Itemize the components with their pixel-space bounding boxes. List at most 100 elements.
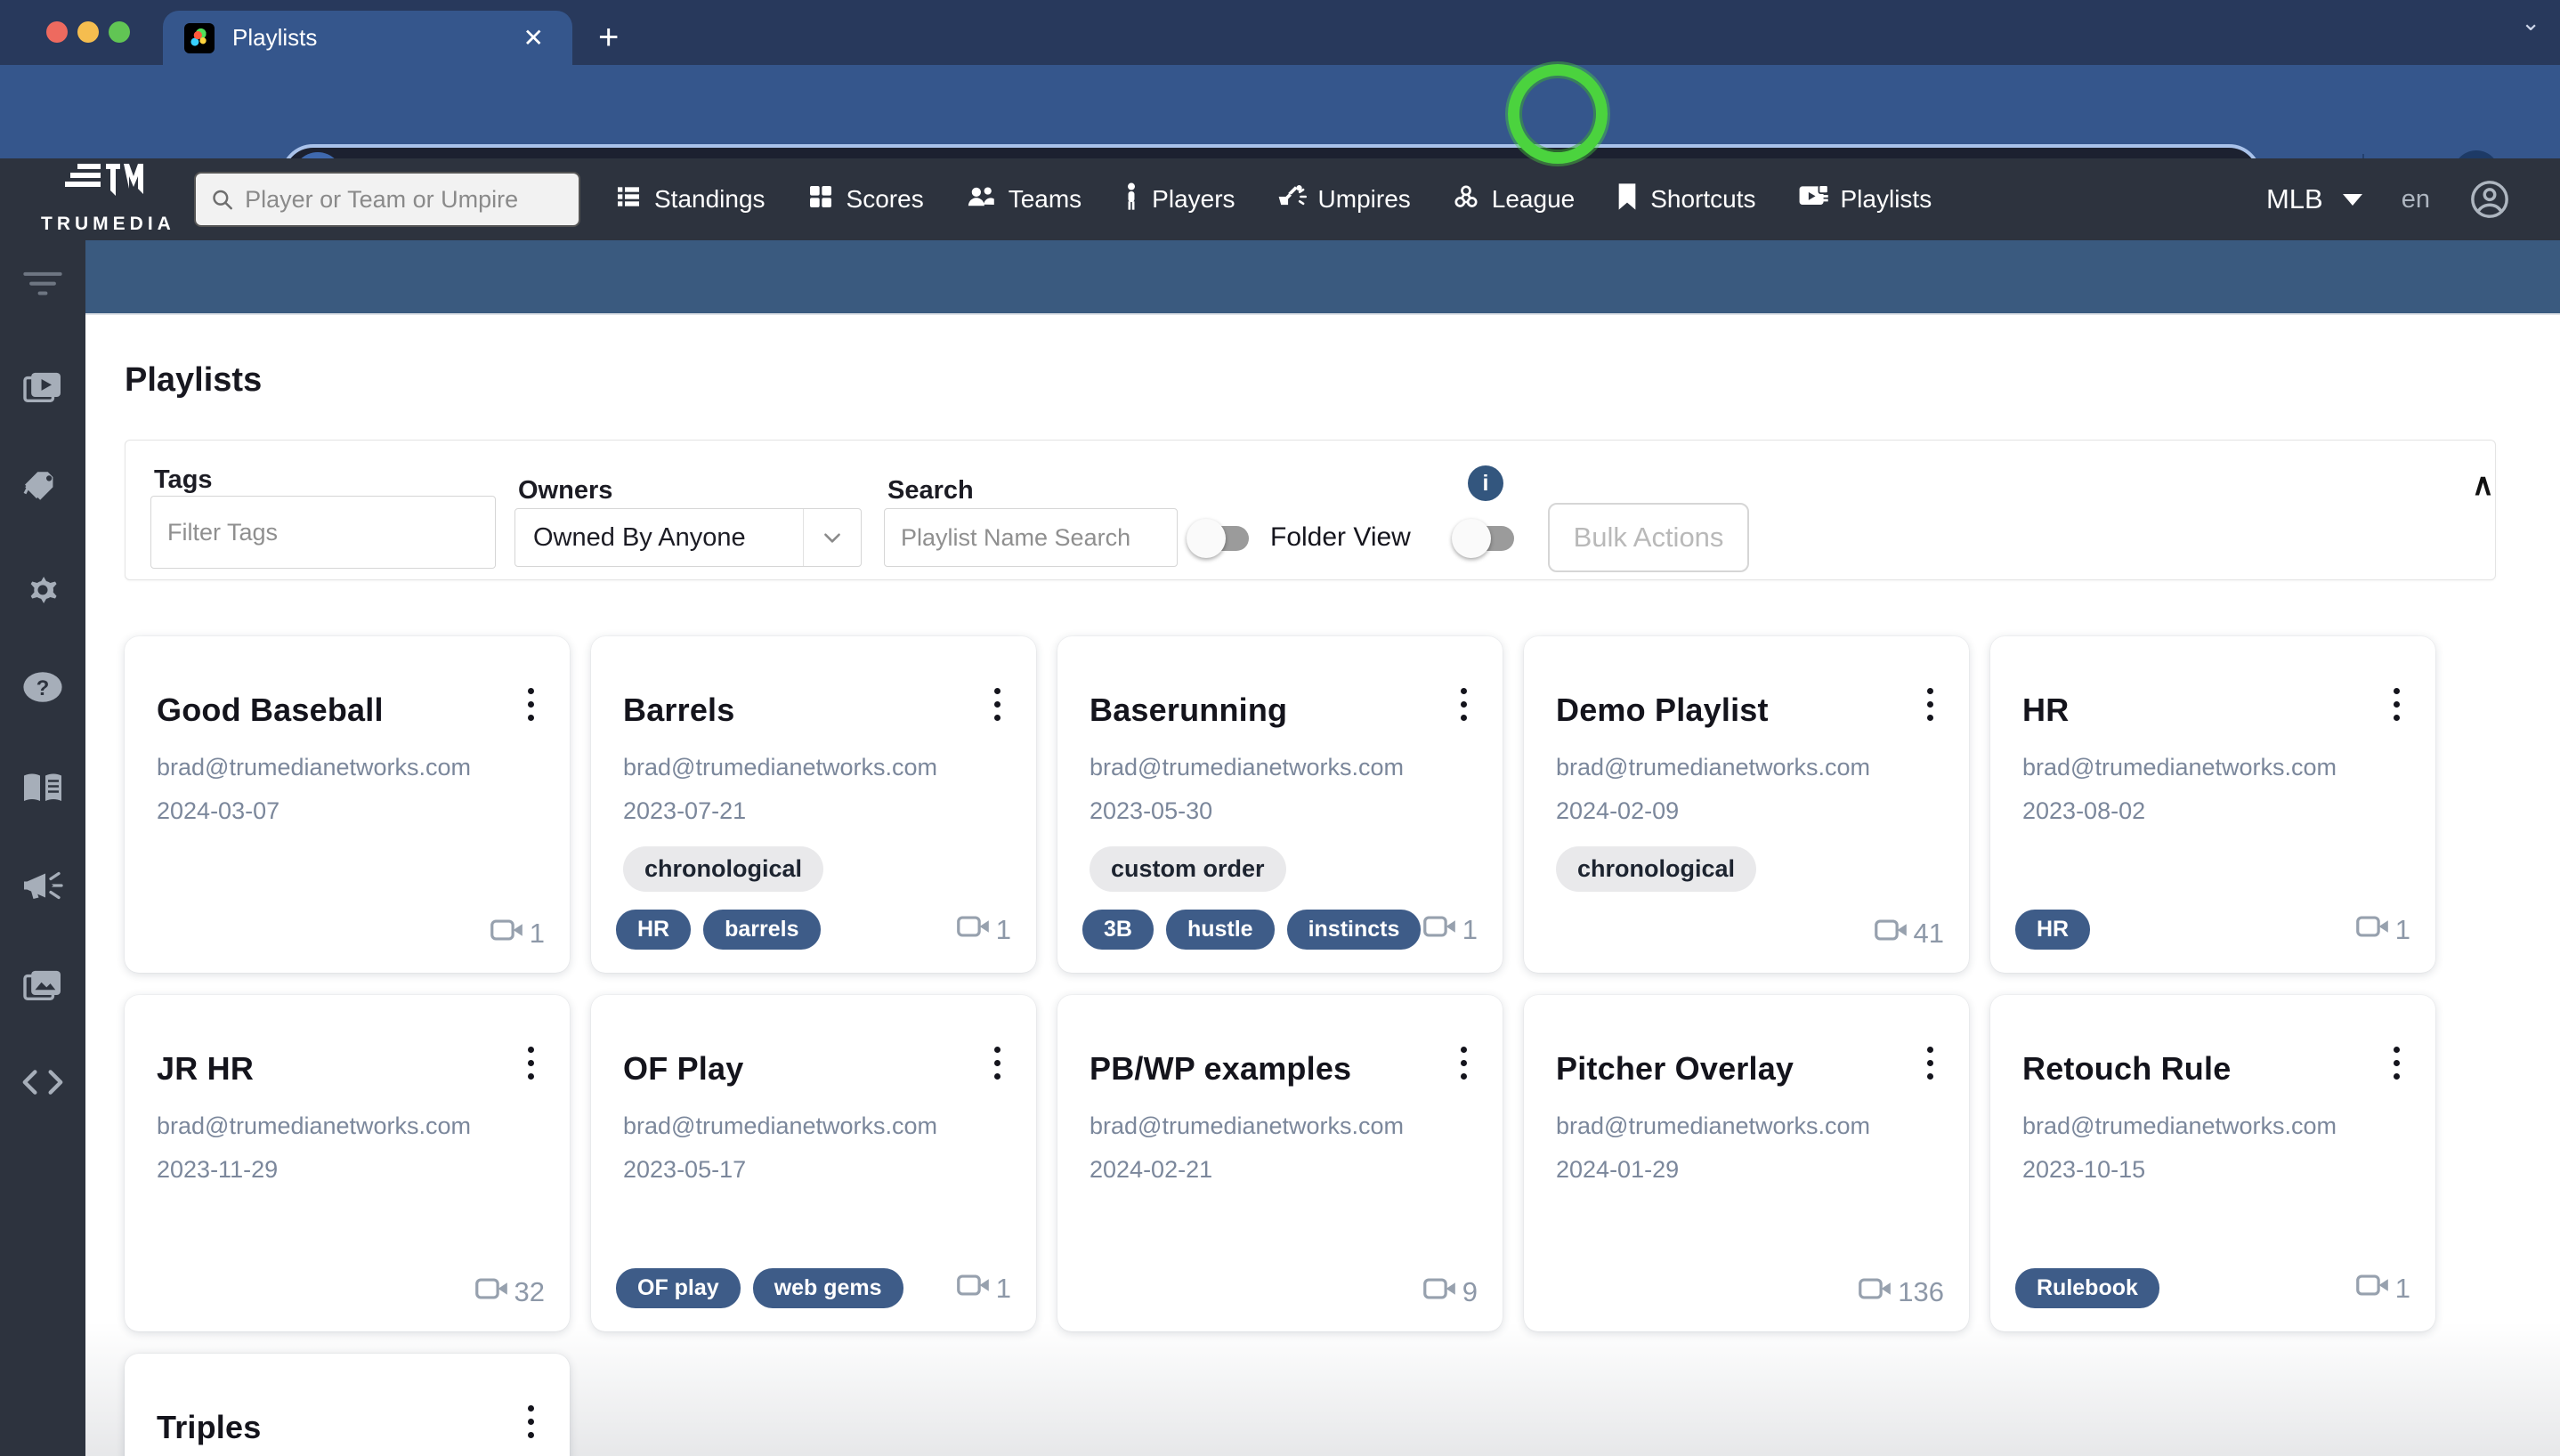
help-icon[interactable]: ? <box>0 669 85 705</box>
playlist-card[interactable]: Barrels brad@trumedianetworks.com 2023-07-… <box>591 636 1036 973</box>
app-sidebar: ? <box>0 240 85 1456</box>
playlist-owner: brad@trumedianetworks.com <box>623 754 938 781</box>
filter-icon[interactable] <box>0 270 85 296</box>
card-menu-button[interactable] <box>1452 683 1476 726</box>
playlist-card[interactable]: Retouch Rule brad@trumedianetworks.com 202… <box>1990 995 2435 1331</box>
tag-row: HR barrels <box>616 910 821 950</box>
video-count: 1 <box>2355 914 2410 946</box>
playlist-card[interactable]: PB/WP examples brad@trumedianetworks.com 2… <box>1057 995 1503 1331</box>
playlist-tag[interactable]: Rulebook <box>2015 1268 2159 1308</box>
nav-item-league[interactable]: League <box>1452 182 1575 217</box>
card-menu-button[interactable] <box>2385 683 2409 726</box>
card-menu-button[interactable] <box>1452 1041 1476 1085</box>
card-menu-button[interactable] <box>1918 1041 1942 1085</box>
playlist-card[interactable]: Good Baseball brad@trumedianetworks.com 20… <box>125 636 570 973</box>
collapse-filters-icon[interactable]: ∧ <box>2472 467 2494 503</box>
playlist-title: Baserunning <box>1090 692 1288 728</box>
card-footer: HR barrels 1 <box>616 910 1011 950</box>
nav-item-scores[interactable]: Scores <box>806 182 924 217</box>
league-selector[interactable]: MLB <box>2266 183 2362 215</box>
minimize-window-button[interactable] <box>77 21 99 43</box>
video-count-value: 1 <box>529 918 545 949</box>
order-tag: chronological <box>623 846 824 892</box>
nav-item-players[interactable]: Players <box>1122 182 1235 217</box>
video-count: 1 <box>956 1273 1011 1305</box>
playlist-search-input[interactable] <box>884 508 1178 567</box>
playlist-card[interactable]: Demo Playlist brad@trumedianetworks.com 20… <box>1524 636 1969 973</box>
global-search-input[interactable] <box>245 185 564 214</box>
code-icon[interactable] <box>0 1067 85 1097</box>
folder-view-toggle[interactable] <box>1187 519 1249 558</box>
card-menu-button[interactable] <box>519 1041 543 1085</box>
nav-item-playlists[interactable]: Playlists <box>1797 182 1932 217</box>
tab-title: Playlists <box>232 24 318 51</box>
close-window-button[interactable] <box>46 21 68 43</box>
nav-item-standings[interactable]: Standings <box>614 182 766 217</box>
playlist-card[interactable]: Triplesbrad@trumedianetworks.com <box>125 1354 570 1456</box>
maximize-window-button[interactable] <box>109 21 130 43</box>
language-selector[interactable]: en <box>2402 185 2430 214</box>
close-tab-icon[interactable]: ✕ <box>516 22 551 54</box>
video-camera-icon <box>956 914 991 946</box>
browser-tab[interactable]: Playlists ✕ <box>163 11 572 65</box>
playlist-date: 2024-03-07 <box>157 797 280 824</box>
video-count-value: 1 <box>1462 913 1478 945</box>
new-tab-button[interactable]: + <box>598 20 619 55</box>
playlist-tag[interactable]: OF play <box>616 1268 741 1308</box>
playlist-tag[interactable]: HR <box>2015 910 2091 950</box>
playlist-tag[interactable]: web gems <box>752 1268 903 1308</box>
owners-select[interactable]: Owned By Anyone <box>514 508 862 567</box>
playlist-tag[interactable]: HR <box>616 910 692 950</box>
book-icon[interactable] <box>0 771 85 805</box>
browser-tab-strip: Playlists ✕ + ⌄ <box>0 0 2560 65</box>
nav-item-shortcuts[interactable]: Shortcuts <box>1616 182 1756 217</box>
playlist-title: Demo Playlist <box>1556 692 1769 728</box>
playlist-card[interactable]: Baserunning brad@trumedianetworks.com 2023… <box>1057 636 1503 973</box>
global-search[interactable] <box>194 172 580 227</box>
owners-label: Owners <box>518 476 613 505</box>
card-footer: 136 <box>1549 1276 1944 1308</box>
megaphone-icon[interactable] <box>0 869 85 902</box>
tags-icon[interactable] <box>0 468 85 504</box>
nav-item-teams[interactable]: Teams <box>965 182 1082 217</box>
tab-search-chevron-icon[interactable]: ⌄ <box>2521 9 2540 36</box>
gear-icon[interactable] <box>0 570 85 609</box>
playlist-card[interactable]: HR brad@trumedianetworks.com 2023-08-02 HR 1 <box>1990 636 2435 973</box>
video-count-value: 32 <box>514 1276 545 1307</box>
info-icon[interactable] <box>1468 465 1503 501</box>
filter-tags-input[interactable] <box>150 496 496 569</box>
bulk-actions-toggle[interactable] <box>1452 519 1514 558</box>
card-menu-button[interactable] <box>2385 1041 2409 1085</box>
bulk-actions-button[interactable]: Bulk Actions <box>1548 503 1749 572</box>
playlist-tag[interactable]: hustle <box>1165 910 1275 950</box>
video-camera-icon <box>1422 914 1457 946</box>
video-playlist-icon[interactable] <box>0 370 85 406</box>
video-count: 1 <box>956 914 1011 946</box>
card-menu-button[interactable] <box>519 683 543 726</box>
nav-item-umpires[interactable]: Umpires <box>1276 182 1411 217</box>
gallery-icon[interactable] <box>0 968 85 1004</box>
nav-item-label: Playlists <box>1840 185 1932 213</box>
playlist-date: 2023-05-30 <box>1090 797 1213 824</box>
playlist-card[interactable]: Pitcher Overlay brad@trumedianetworks.com… <box>1524 995 1969 1331</box>
card-footer: 1 <box>150 918 545 950</box>
playlist-tag[interactable]: 3B <box>1082 910 1154 950</box>
card-menu-button[interactable] <box>985 1041 1009 1085</box>
playlist-date: 2024-01-29 <box>1556 1156 1680 1183</box>
user-profile-icon[interactable] <box>2469 179 2510 220</box>
video-camera-icon <box>1874 918 1908 950</box>
card-menu-button[interactable] <box>1918 683 1942 726</box>
search-label: Search <box>887 476 974 505</box>
playlist-tag[interactable]: barrels <box>703 910 821 950</box>
app-navbar: TRUMEDIA Standings Scores Teams Players Umpi… <box>0 158 2560 240</box>
playlist-card[interactable]: OF Play brad@trumedianetworks.com 2023-05-… <box>591 995 1036 1331</box>
playlist-card[interactable]: JR HR brad@trumedianetworks.com 2023-11-29… <box>125 995 570 1331</box>
playlist-date: 2023-11-29 <box>157 1156 279 1183</box>
playlist-title: OF Play <box>623 1050 744 1087</box>
window-controls[interactable] <box>46 21 130 43</box>
card-menu-button[interactable] <box>985 683 1009 726</box>
playlist-tag[interactable]: instincts <box>1286 910 1422 950</box>
card-footer: OF play web gems 1 <box>616 1268 1011 1308</box>
trumedia-logo[interactable]: TRUMEDIA <box>41 162 174 235</box>
card-menu-button[interactable] <box>519 1400 543 1444</box>
